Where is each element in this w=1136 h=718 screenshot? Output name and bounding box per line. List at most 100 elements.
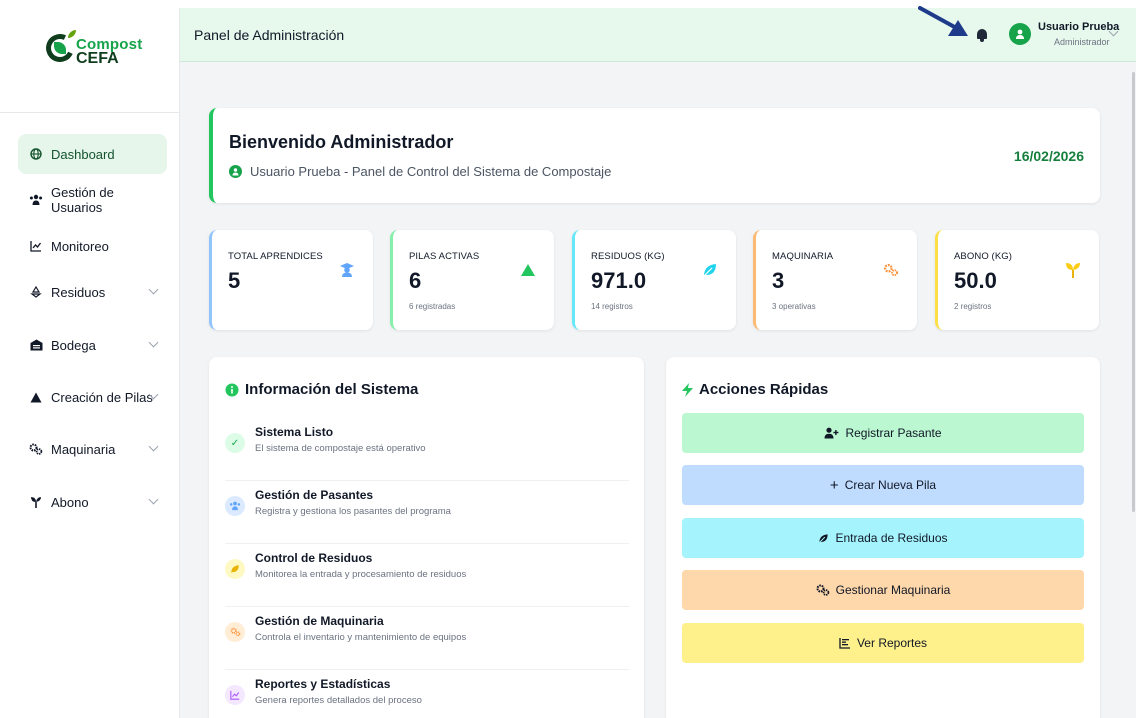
info-row-title: Reportes y Estadísticas	[255, 677, 391, 691]
sidebar-item-monitoreo[interactable]: Monitoreo	[18, 226, 167, 266]
info-row-desc: Registra y gestiona los pasantes del pro…	[255, 506, 451, 517]
stat-note: 6 registradas	[409, 302, 456, 311]
stat-label: ABONO (KG)	[954, 251, 1013, 262]
crear-nueva-pila-button[interactable]: + Crear Nueva Pila	[682, 465, 1084, 505]
cogs-icon	[225, 622, 245, 642]
mountain-icon	[29, 390, 43, 404]
info-row: Gestión de Pasantes Registra y gestiona …	[225, 482, 629, 544]
sidebar-item-label: Residuos	[51, 284, 106, 300]
users-icon	[225, 496, 245, 516]
stat-card-pilas: PILAS ACTIVAS 6 6 registradas	[390, 230, 554, 330]
sidebar-item-residuos[interactable]: Residuos	[18, 272, 167, 312]
chevron-down-icon	[148, 284, 159, 295]
recycle-icon	[29, 285, 43, 299]
section-title: Información del Sistema	[225, 381, 418, 398]
sidebar-item-label: Gestión de Usuarios	[51, 185, 114, 215]
page-title: Panel de Administración	[194, 27, 345, 43]
stat-value: 50.0	[954, 268, 997, 293]
stat-card-maquinaria: MAQUINARIA 3 3 operativas	[753, 230, 917, 330]
sidebar-item-bodega[interactable]: Bodega	[18, 325, 167, 365]
sidebar-item-dashboard[interactable]: Dashboard	[18, 134, 167, 174]
chart-line-icon	[225, 685, 245, 705]
compost-cefa-logo[interactable]: Compost CEFA	[42, 30, 146, 70]
sidebar-item-label: Monitoreo	[51, 238, 109, 254]
top-header: Panel de Administración Usuario Prueba A…	[180, 6, 1136, 62]
cogs-icon	[883, 262, 899, 278]
entrada-residuos-button[interactable]: Entrada de Residuos	[682, 518, 1084, 558]
sidebar: Compost CEFA Dashboard Gestión de Usuari…	[0, 8, 180, 718]
info-row: Reportes y Estadísticas Genera reportes …	[225, 671, 629, 718]
stat-note: 3 operativas	[772, 302, 816, 311]
page-scrollbar[interactable]	[1131, 62, 1136, 718]
user-role: Administrador	[1054, 37, 1110, 47]
info-row: Gestión de Maquinaria Controla el invent…	[225, 608, 629, 670]
user-circle-icon	[229, 165, 242, 178]
button-label: Ver Reportes	[856, 636, 928, 650]
section-title-text: Información del Sistema	[245, 381, 419, 398]
sidebar-item-label: Creación de Pilas	[51, 389, 153, 405]
stat-note: 2 registros	[954, 302, 992, 311]
chevron-down-icon	[148, 337, 159, 348]
info-row-title: Sistema Listo	[255, 425, 334, 439]
logo-text-cefa: CEFA	[76, 50, 119, 67]
mountain-icon	[520, 262, 536, 278]
info-row-desc: El sistema de compostaje está operativo	[255, 443, 426, 454]
leaf-icon	[818, 533, 829, 544]
cogs-icon	[29, 442, 43, 456]
registrar-pasante-button[interactable]: Registrar Pasante	[682, 413, 1084, 453]
stat-card-abono: ABONO (KG) 50.0 2 registros	[935, 230, 1099, 330]
info-row-title: Control de Residuos	[255, 551, 373, 565]
stat-value: 3	[772, 268, 785, 293]
welcome-subtitle: Usuario Prueba - Panel de Control del Si…	[229, 164, 611, 179]
gestionar-maquinaria-button[interactable]: Gestionar Maquinaria	[682, 570, 1084, 610]
stat-card-residuos: RESIDUOS (KG) 971.0 14 registros	[572, 230, 736, 330]
sidebar-item-abono[interactable]: Abono	[18, 482, 167, 522]
user-name[interactable]: Usuario Prueba	[1038, 21, 1119, 33]
ver-reportes-button[interactable]: Ver Reportes	[682, 623, 1084, 663]
sidebar-item-creacion-pilas[interactable]: Creación de Pilas	[18, 377, 167, 417]
info-row-desc: Monitorea la entrada y procesamiento de …	[255, 569, 467, 580]
warehouse-icon	[29, 338, 43, 352]
plus-icon: +	[829, 476, 839, 494]
notification-bell-icon[interactable]	[976, 28, 988, 42]
system-info-card: Información del Sistema ✓ Sistema Listo …	[209, 357, 644, 718]
button-label: Crear Nueva Pila	[844, 478, 937, 492]
seedling-icon	[1065, 262, 1081, 278]
stat-card-aprendices: TOTAL APRENDICES 5	[209, 230, 373, 330]
chevron-down-icon	[148, 441, 159, 452]
check-icon: ✓	[225, 433, 245, 453]
seedling-icon	[29, 495, 43, 509]
globe-icon	[29, 147, 43, 161]
sidebar-item-label: Bodega	[51, 337, 96, 353]
welcome-title: Bienvenido Administrador	[229, 132, 454, 152]
scrollbar-thumb[interactable]	[1132, 72, 1135, 512]
button-label: Registrar Pasante	[845, 426, 942, 440]
stat-value: 5	[228, 268, 241, 293]
sidebar-item-usuarios[interactable]: Gestión de Usuarios	[18, 180, 167, 220]
stat-note: 14 registros	[591, 302, 633, 311]
cogs-icon	[816, 584, 830, 596]
current-date: 16/02/2026	[1013, 148, 1084, 164]
stat-label: PILAS ACTIVAS	[409, 251, 480, 262]
button-label: Entrada de Residuos	[835, 531, 948, 545]
annotation-arrow-icon	[918, 6, 968, 36]
leaf-icon	[225, 559, 245, 579]
users-icon	[29, 193, 43, 207]
chart-line-icon	[29, 239, 43, 253]
sidebar-item-maquinaria[interactable]: Maquinaria	[18, 429, 167, 469]
sidebar-divider	[0, 112, 180, 113]
sidebar-item-label: Maquinaria	[51, 441, 116, 457]
lightning-icon	[682, 382, 693, 397]
info-row: Control de Residuos Monitorea la entrada…	[225, 545, 629, 607]
logo-sprout-icon	[68, 30, 76, 38]
info-circle-icon	[225, 383, 239, 396]
stat-value: 971.0	[591, 268, 647, 293]
section-title-text: Acciones Rápidas	[699, 381, 829, 398]
sidebar-item-label: Dashboard	[51, 146, 115, 162]
stat-label: RESIDUOS (KG)	[591, 251, 665, 262]
sidebar-item-label: Abono	[51, 494, 89, 510]
user-avatar[interactable]	[1009, 23, 1031, 45]
info-row-title: Gestión de Maquinaria	[255, 614, 384, 628]
welcome-card: Bienvenido Administrador Usuario Prueba …	[209, 108, 1100, 203]
user-plus-icon	[824, 427, 839, 439]
